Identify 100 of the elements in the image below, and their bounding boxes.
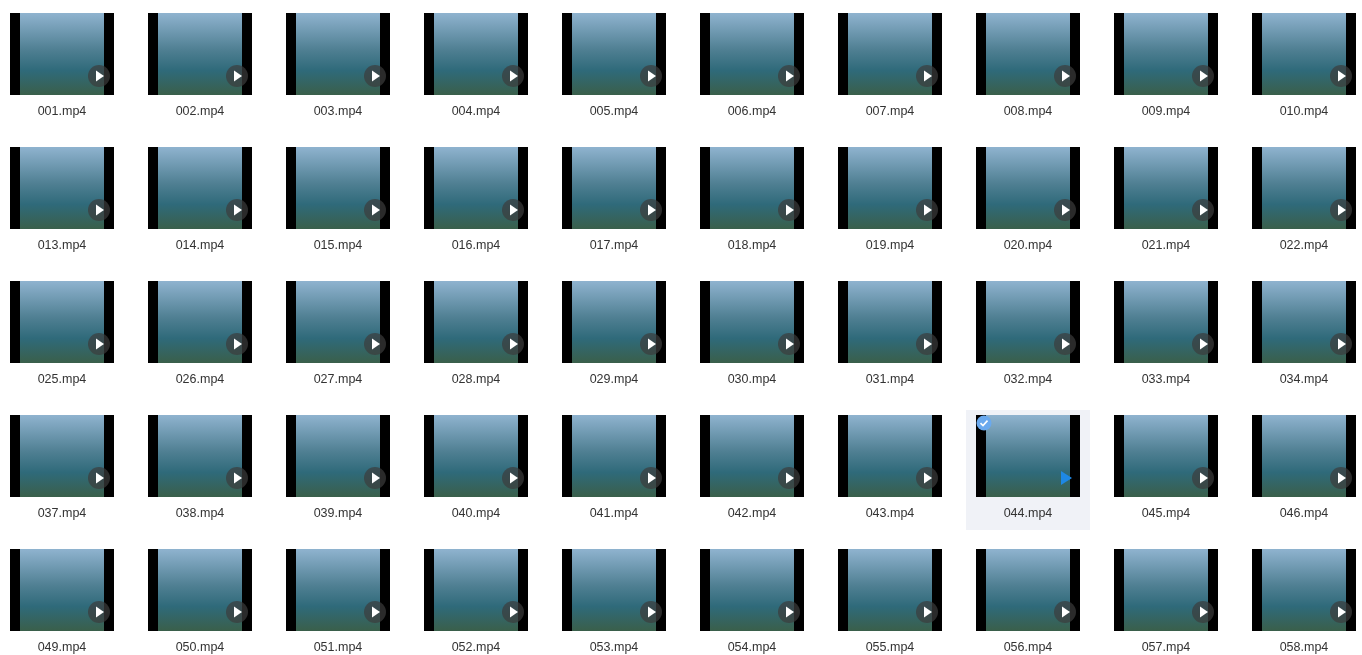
file-name: 049.mp4 [37,640,87,654]
video-file-tile[interactable]: 028.mp4 [414,276,538,396]
file-name: 039.mp4 [313,506,363,520]
file-name: 054.mp4 [727,640,777,654]
play-icon [364,65,386,87]
file-name: 020.mp4 [1003,238,1053,252]
file-name: 055.mp4 [865,640,915,654]
video-file-tile[interactable]: 031.mp4 [828,276,952,396]
video-file-tile[interactable]: 008.mp4 [966,8,1090,128]
file-name: 058.mp4 [1279,640,1329,654]
video-file-tile[interactable]: 002.mp4 [138,8,262,128]
file-name: 013.mp4 [37,238,87,252]
file-name: 052.mp4 [451,640,501,654]
play-icon [1054,65,1076,87]
video-file-tile[interactable]: 029.mp4 [552,276,676,396]
video-file-tile[interactable]: 019.mp4 [828,142,952,262]
video-file-tile[interactable]: 005.mp4 [552,8,676,128]
video-file-tile[interactable]: 056.mp4 [966,544,1090,655]
file-name: 004.mp4 [451,104,501,118]
video-file-tile[interactable]: 010.mp4 [1242,8,1362,128]
video-file-tile[interactable]: 052.mp4 [414,544,538,655]
video-file-tile[interactable]: 027.mp4 [276,276,400,396]
video-file-tile[interactable]: 037.mp4 [0,410,124,530]
checkmark-icon[interactable] [976,415,992,431]
video-file-tile[interactable]: 057.mp4 [1104,544,1228,655]
play-icon [88,601,110,623]
play-icon [502,65,524,87]
play-icon [1192,601,1214,623]
file-name: 009.mp4 [1141,104,1191,118]
video-file-tile[interactable]: 016.mp4 [414,142,538,262]
play-icon [88,65,110,87]
video-file-tile[interactable]: 051.mp4 [276,544,400,655]
file-name: 044.mp4 [1003,506,1053,520]
file-name: 016.mp4 [451,238,501,252]
video-file-tile[interactable]: 021.mp4 [1104,142,1228,262]
video-file-tile[interactable]: 030.mp4 [690,276,814,396]
video-file-tile[interactable]: 034.mp4 [1242,276,1362,396]
file-name: 032.mp4 [1003,372,1053,386]
file-name: 022.mp4 [1279,238,1329,252]
play-icon [502,199,524,221]
video-file-tile[interactable]: 014.mp4 [138,142,262,262]
file-name: 034.mp4 [1279,372,1329,386]
video-file-tile[interactable]: 022.mp4 [1242,142,1362,262]
play-icon [1054,333,1076,355]
video-file-tile[interactable]: 020.mp4 [966,142,1090,262]
play-icon [778,333,800,355]
video-file-tile[interactable]: 013.mp4 [0,142,124,262]
video-file-tile[interactable]: 025.mp4 [0,276,124,396]
video-file-tile[interactable]: 043.mp4 [828,410,952,530]
file-name: 056.mp4 [1003,640,1053,654]
play-icon [226,601,248,623]
file-name: 030.mp4 [727,372,777,386]
video-file-tile[interactable]: 045.mp4 [1104,410,1228,530]
video-file-tile[interactable]: 054.mp4 [690,544,814,655]
play-icon [226,65,248,87]
video-file-tile[interactable]: 009.mp4 [1104,8,1228,128]
play-icon [502,467,524,489]
play-icon [1054,199,1076,221]
video-file-tile[interactable]: 004.mp4 [414,8,538,128]
file-name: 033.mp4 [1141,372,1191,386]
play-icon [226,467,248,489]
video-file-tile[interactable]: 007.mp4 [828,8,952,128]
file-name: 045.mp4 [1141,506,1191,520]
video-file-tile[interactable]: 044.mp4 [966,410,1090,530]
file-name: 027.mp4 [313,372,363,386]
play-icon [364,467,386,489]
video-file-tile[interactable]: 053.mp4 [552,544,676,655]
video-file-tile[interactable]: 003.mp4 [276,8,400,128]
video-file-tile[interactable]: 049.mp4 [0,544,124,655]
file-name: 031.mp4 [865,372,915,386]
file-name: 018.mp4 [727,238,777,252]
video-file-tile[interactable]: 050.mp4 [138,544,262,655]
play-icon [502,601,524,623]
video-file-tile[interactable]: 017.mp4 [552,142,676,262]
play-icon [1330,65,1352,87]
video-file-tile[interactable]: 058.mp4 [1242,544,1362,655]
play-icon [88,467,110,489]
file-name: 043.mp4 [865,506,915,520]
file-name: 007.mp4 [865,104,915,118]
video-file-tile[interactable]: 033.mp4 [1104,276,1228,396]
video-file-tile[interactable]: 055.mp4 [828,544,952,655]
play-icon [916,65,938,87]
video-file-tile[interactable]: 001.mp4 [0,8,124,128]
video-file-tile[interactable]: 018.mp4 [690,142,814,262]
video-file-tile[interactable]: 039.mp4 [276,410,400,530]
video-file-tile[interactable]: 038.mp4 [138,410,262,530]
play-icon [916,333,938,355]
play-icon [226,333,248,355]
play-icon [502,333,524,355]
video-file-tile[interactable]: 041.mp4 [552,410,676,530]
video-file-tile[interactable]: 032.mp4 [966,276,1090,396]
play-icon [778,467,800,489]
video-file-tile[interactable]: 006.mp4 [690,8,814,128]
file-name: 021.mp4 [1141,238,1191,252]
video-file-tile[interactable]: 015.mp4 [276,142,400,262]
video-file-tile[interactable]: 042.mp4 [690,410,814,530]
video-file-tile[interactable]: 026.mp4 [138,276,262,396]
video-file-tile[interactable]: 040.mp4 [414,410,538,530]
play-icon [640,65,662,87]
video-file-tile[interactable]: 046.mp4 [1242,410,1362,530]
